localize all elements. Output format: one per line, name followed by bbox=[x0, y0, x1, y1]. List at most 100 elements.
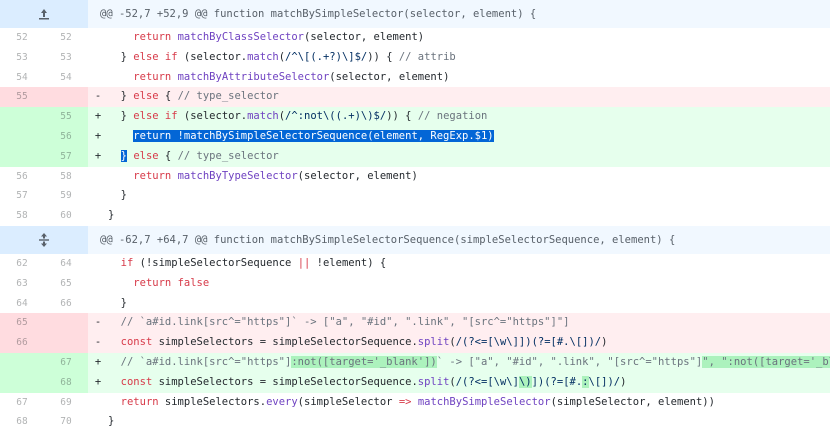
new-line-number[interactable] bbox=[44, 333, 88, 353]
new-line-number[interactable]: 64 bbox=[44, 254, 88, 274]
diff-line: 68 70} bbox=[0, 412, 830, 432]
diff-sign: + bbox=[94, 110, 102, 123]
code-line: return false bbox=[133, 276, 210, 289]
diff-sign: + bbox=[94, 355, 102, 368]
diff-line-added: 56 + return !matchBySimpleSelectorSequenc… bbox=[0, 126, 830, 147]
code-line: if (!simpleSelectorSequence || !element)… bbox=[120, 256, 387, 269]
diff-line-added: 67 + // `a#id.link[src^="https"]:not([tar… bbox=[0, 352, 830, 373]
expand-both-button[interactable] bbox=[0, 225, 88, 254]
code-line: } else { // type_selector bbox=[120, 149, 279, 162]
new-line-number[interactable]: 58 bbox=[44, 167, 88, 187]
hunk-header-text: @@ -62,7 +64,7 @@ function matchBySimple… bbox=[100, 233, 676, 246]
new-line-number[interactable]: 70 bbox=[44, 412, 88, 432]
code-line: } else { // type_selector bbox=[108, 90, 279, 103]
old-line-number[interactable]: 68 bbox=[0, 412, 44, 432]
diff-line: 57 59 } bbox=[0, 186, 830, 206]
code-line: const simpleSelectors = simpleSelectorSe… bbox=[120, 375, 627, 388]
old-line-number[interactable] bbox=[0, 352, 44, 373]
old-line-number[interactable]: 52 bbox=[0, 28, 44, 48]
hunk-header-text: @@ -52,7 +52,9 @@ function matchBySimple… bbox=[100, 8, 537, 20]
diff-sign bbox=[88, 167, 108, 187]
new-line-number[interactable]: 54 bbox=[44, 68, 88, 88]
diff-sign: + bbox=[94, 149, 102, 162]
old-line-number[interactable]: 62 bbox=[0, 254, 44, 274]
diff-sign: - bbox=[94, 90, 102, 103]
new-line-number[interactable]: 69 bbox=[44, 393, 88, 413]
hunk-header: @@ -52,7 +52,9 @@ function matchBySimple… bbox=[0, 0, 830, 28]
diff-line-added: 57 + } else { // type_selector bbox=[0, 146, 830, 167]
old-line-number[interactable]: 55 bbox=[0, 87, 44, 108]
old-line-number[interactable]: 57 bbox=[0, 186, 44, 206]
diff-line-deleted: 66 - const simpleSelectors = simpleSelect… bbox=[0, 333, 830, 353]
code-line: return simpleSelectors.every(simpleSelec… bbox=[120, 395, 715, 408]
diff-line: 67 69 return simpleSelectors.every(simple… bbox=[0, 393, 830, 413]
old-line-number[interactable]: 53 bbox=[0, 48, 44, 68]
new-line-number[interactable] bbox=[44, 87, 88, 108]
diff-line: 58 60} bbox=[0, 206, 830, 226]
new-line-number[interactable]: 57 bbox=[44, 146, 88, 167]
expand-up-icon bbox=[39, 9, 49, 20]
new-line-number[interactable]: 56 bbox=[44, 126, 88, 147]
diff-sign: + bbox=[94, 375, 102, 388]
old-line-number[interactable]: 54 bbox=[0, 68, 44, 88]
code-line: } bbox=[108, 209, 115, 222]
new-line-number[interactable]: 59 bbox=[44, 186, 88, 206]
diff-sign bbox=[88, 48, 108, 68]
old-line-number[interactable] bbox=[0, 372, 44, 393]
new-line-number[interactable]: 67 bbox=[44, 352, 88, 373]
new-line-number[interactable]: 65 bbox=[44, 274, 88, 294]
diff-sign bbox=[88, 206, 108, 226]
diff-sign bbox=[88, 274, 108, 294]
expand-both-icon bbox=[39, 232, 49, 247]
diff-line-deleted: 55 - } else { // type_selector bbox=[0, 87, 830, 108]
new-line-number[interactable]: 60 bbox=[44, 206, 88, 226]
expand-up-button[interactable] bbox=[0, 0, 88, 28]
code-line: } else if (selector.match(/^\[(.+?)\]$/)… bbox=[108, 50, 456, 63]
new-line-number[interactable]: 66 bbox=[44, 294, 88, 314]
old-line-number[interactable] bbox=[0, 126, 44, 147]
code-line: const simpleSelectors = simpleSelectorSe… bbox=[120, 336, 608, 349]
diff-line: 54 54 return matchByAttributeSelector(sel… bbox=[0, 68, 830, 88]
diff-sign bbox=[88, 254, 108, 274]
diff-sign bbox=[88, 68, 108, 88]
diff-line: 53 53 } else if (selector.match(/^\[(.+?)… bbox=[0, 48, 830, 68]
old-line-number[interactable]: 66 bbox=[0, 333, 44, 353]
diff-line: 62 64 if (!simpleSelectorSequence || !ele… bbox=[0, 254, 830, 274]
code-line: return !matchBySimpleSelectorSequence(el… bbox=[108, 127, 830, 147]
code-line: return matchByClassSelector(selector, el… bbox=[133, 31, 425, 43]
code-line: return matchByAttributeSelector(selector… bbox=[133, 70, 450, 83]
old-line-number[interactable] bbox=[0, 146, 44, 167]
old-line-number[interactable]: 65 bbox=[0, 313, 44, 334]
diff-sign bbox=[88, 186, 108, 206]
code-line: } bbox=[108, 415, 115, 428]
new-line-number[interactable]: 53 bbox=[44, 48, 88, 68]
old-line-number[interactable]: 56 bbox=[0, 167, 44, 187]
new-line-number[interactable]: 68 bbox=[44, 372, 88, 393]
diff-sign bbox=[88, 294, 108, 314]
old-line-number[interactable] bbox=[0, 107, 44, 127]
old-line-number[interactable]: 67 bbox=[0, 393, 44, 413]
diff-line-deleted: 65 - // `a#id.link[src^="https"]` -> ["a"… bbox=[0, 313, 830, 334]
diff-sign: + bbox=[94, 129, 102, 142]
diff-sign bbox=[88, 412, 108, 432]
new-line-number[interactable]: 52 bbox=[44, 28, 88, 48]
code-line: } else if (selector.match(/^:not\((.+)\)… bbox=[108, 110, 488, 123]
diff-line-added: 55 + } else if (selector.match(/^:not\((.… bbox=[0, 107, 830, 127]
old-line-number[interactable]: 64 bbox=[0, 294, 44, 314]
diff-line: 63 65 return false bbox=[0, 274, 830, 294]
diff-line: 56 58 return matchByTypeSelector(selector… bbox=[0, 167, 830, 187]
diff-sign: - bbox=[94, 336, 102, 349]
new-line-number[interactable]: 55 bbox=[44, 107, 88, 127]
diff-view: @@ -52,7 +52,9 @@ function matchBySimple… bbox=[0, 0, 830, 432]
diff-sign bbox=[88, 28, 108, 48]
old-line-number[interactable]: 58 bbox=[0, 206, 44, 226]
code-line: } bbox=[108, 296, 127, 309]
new-line-number[interactable] bbox=[44, 313, 88, 334]
diff-sign bbox=[88, 393, 108, 413]
selected-text[interactable]: return !matchBySimpleSelectorSequence(el… bbox=[133, 129, 494, 142]
diff-line: 64 66 } bbox=[0, 294, 830, 314]
old-line-number[interactable]: 63 bbox=[0, 274, 44, 294]
code-line: return matchByTypeSelector(selector, ele… bbox=[133, 169, 418, 182]
diff-line-added: 68 + const simpleSelectors = simpleSelect… bbox=[0, 372, 830, 393]
diff-sign: - bbox=[94, 316, 102, 329]
